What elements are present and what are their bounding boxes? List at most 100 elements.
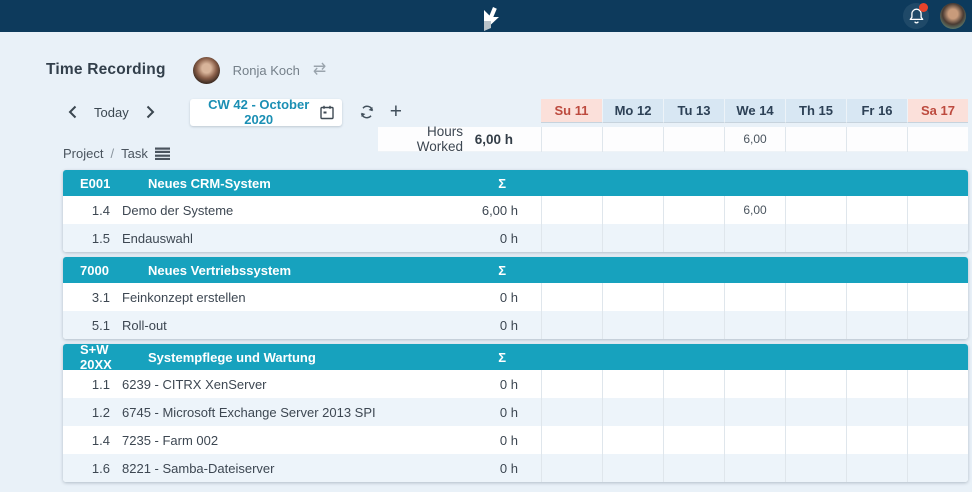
time-entry-cell[interactable] xyxy=(846,283,907,311)
time-entry-cell[interactable] xyxy=(663,398,724,426)
time-entry-cell[interactable] xyxy=(785,398,846,426)
time-entry-cell[interactable] xyxy=(846,426,907,454)
prev-week-button[interactable] xyxy=(63,101,81,123)
task-number: 1.4 xyxy=(63,433,110,448)
time-entry-cell[interactable] xyxy=(541,454,602,482)
time-entry-cell[interactable] xyxy=(602,398,663,426)
time-entry-cell[interactable] xyxy=(602,311,663,339)
time-entry-cell[interactable] xyxy=(907,398,968,426)
time-entry-cell[interactable] xyxy=(846,196,907,224)
task-name: 8221 - Samba-Dateiserver xyxy=(122,461,461,476)
next-week-button[interactable] xyxy=(142,101,160,123)
refresh-button[interactable] xyxy=(359,104,375,120)
time-entry-cell[interactable] xyxy=(785,283,846,311)
project-code: E001 xyxy=(80,176,142,191)
time-entry-cell[interactable]: 6,00 xyxy=(724,196,785,224)
time-entry-cell[interactable] xyxy=(724,398,785,426)
time-entry-cell[interactable] xyxy=(663,283,724,311)
time-entry-cell[interactable] xyxy=(846,370,907,398)
time-entry-cell[interactable] xyxy=(724,311,785,339)
time-entry-cell[interactable] xyxy=(724,224,785,252)
task-row[interactable]: 3.1Feinkonzept erstellen0 h xyxy=(63,283,968,311)
time-entry-cell[interactable] xyxy=(785,311,846,339)
project-card: E001 Neues CRM-SystemΣ 1.4Demo der Systeme… xyxy=(63,170,968,252)
day-header-th-15: Th 15 xyxy=(785,99,846,123)
time-entry-cell[interactable] xyxy=(846,224,907,252)
time-entry-cell[interactable] xyxy=(907,224,968,252)
switch-user-icon[interactable]: ⇄ xyxy=(313,62,326,78)
time-entry-cell[interactable] xyxy=(663,224,724,252)
row-density-button[interactable] xyxy=(155,147,170,160)
hours-worked-day-value xyxy=(846,127,907,152)
time-entry-cell[interactable] xyxy=(907,283,968,311)
time-entry-cell[interactable] xyxy=(541,398,602,426)
task-name: 6745 - Microsoft Exchange Server 2013 SP… xyxy=(122,405,461,420)
today-button[interactable]: Today xyxy=(94,105,129,120)
task-number: 1.4 xyxy=(63,203,110,218)
task-name: 6239 - CITRX XenServer xyxy=(122,377,461,392)
week-picker[interactable]: CW 42 - October 2020 xyxy=(190,99,342,126)
project-header[interactable]: E001 Neues CRM-SystemΣ xyxy=(63,170,968,196)
chevron-right-icon xyxy=(146,105,155,119)
time-entry-cell[interactable] xyxy=(846,311,907,339)
time-entry-cell[interactable] xyxy=(602,196,663,224)
task-row[interactable]: 1.5Endauswahl0 h xyxy=(63,224,968,252)
time-entry-cell[interactable] xyxy=(785,196,846,224)
time-entry-cell[interactable] xyxy=(541,283,602,311)
task-row[interactable]: 1.16239 - CITRX XenServer0 h xyxy=(63,370,968,398)
hours-worked-day-value: 6,00 xyxy=(724,127,785,152)
sum-sigma-button[interactable]: Σ xyxy=(461,350,541,365)
task-row[interactable]: 1.68221 - Samba-Dateiserver0 h xyxy=(63,454,968,482)
time-entry-cell[interactable] xyxy=(907,454,968,482)
time-entry-cell[interactable] xyxy=(724,454,785,482)
time-entry-cell[interactable] xyxy=(602,283,663,311)
hours-worked-label: Hours Worked xyxy=(378,124,463,154)
time-entry-cell[interactable] xyxy=(724,370,785,398)
time-entry-cell[interactable] xyxy=(785,454,846,482)
time-entry-cell[interactable] xyxy=(663,426,724,454)
time-entry-cell[interactable] xyxy=(785,370,846,398)
time-entry-cell[interactable] xyxy=(541,224,602,252)
time-entry-cell[interactable] xyxy=(846,454,907,482)
time-entry-cell[interactable] xyxy=(724,283,785,311)
task-name: 7235 - Farm 002 xyxy=(122,433,461,448)
time-entry-cell[interactable] xyxy=(541,370,602,398)
time-entry-cell[interactable] xyxy=(907,426,968,454)
task-row[interactable]: 5.1Roll-out0 h xyxy=(63,311,968,339)
notifications-button[interactable] xyxy=(903,3,929,29)
project-name: Neues CRM-System xyxy=(148,176,461,191)
time-entry-cell[interactable] xyxy=(846,398,907,426)
task-number: 1.2 xyxy=(63,405,110,420)
time-entry-cell[interactable] xyxy=(785,224,846,252)
time-entry-cell[interactable] xyxy=(663,196,724,224)
project-header[interactable]: 7000Neues VertriebssystemΣ xyxy=(63,257,968,283)
time-entry-cell[interactable] xyxy=(602,370,663,398)
user-name: Ronja Koch xyxy=(233,63,300,78)
user-avatar[interactable] xyxy=(193,57,220,84)
sum-sigma-button[interactable]: Σ xyxy=(461,176,541,191)
account-avatar[interactable] xyxy=(940,3,966,29)
time-entry-cell[interactable] xyxy=(602,454,663,482)
time-entry-cell[interactable] xyxy=(907,370,968,398)
time-entry-cell[interactable] xyxy=(907,311,968,339)
time-entry-cell[interactable] xyxy=(541,196,602,224)
task-row[interactable]: 1.4Demo der Systeme6,00 h6,00 xyxy=(63,196,968,224)
project-header[interactable]: S+W 20XXSystempflege und WartungΣ xyxy=(63,344,968,370)
hours-worked-day-value xyxy=(541,127,602,152)
time-entry-cell[interactable] xyxy=(602,224,663,252)
task-name: Roll-out xyxy=(122,318,461,333)
time-entry-cell[interactable] xyxy=(663,311,724,339)
time-entry-cell[interactable] xyxy=(907,196,968,224)
time-entry-cell[interactable] xyxy=(785,426,846,454)
time-entry-cell[interactable] xyxy=(541,311,602,339)
add-entry-button[interactable]: + xyxy=(390,102,402,122)
sum-sigma-button[interactable]: Σ xyxy=(461,263,541,278)
task-row[interactable]: 1.2 6745 - Microsoft Exchange Server 2013… xyxy=(63,398,968,426)
project-code: S+W 20XX xyxy=(80,344,142,372)
time-entry-cell[interactable] xyxy=(602,426,663,454)
time-entry-cell[interactable] xyxy=(724,426,785,454)
time-entry-cell[interactable] xyxy=(541,426,602,454)
time-entry-cell[interactable] xyxy=(663,454,724,482)
task-row[interactable]: 1.47235 - Farm 0020 h xyxy=(63,426,968,454)
time-entry-cell[interactable] xyxy=(663,370,724,398)
